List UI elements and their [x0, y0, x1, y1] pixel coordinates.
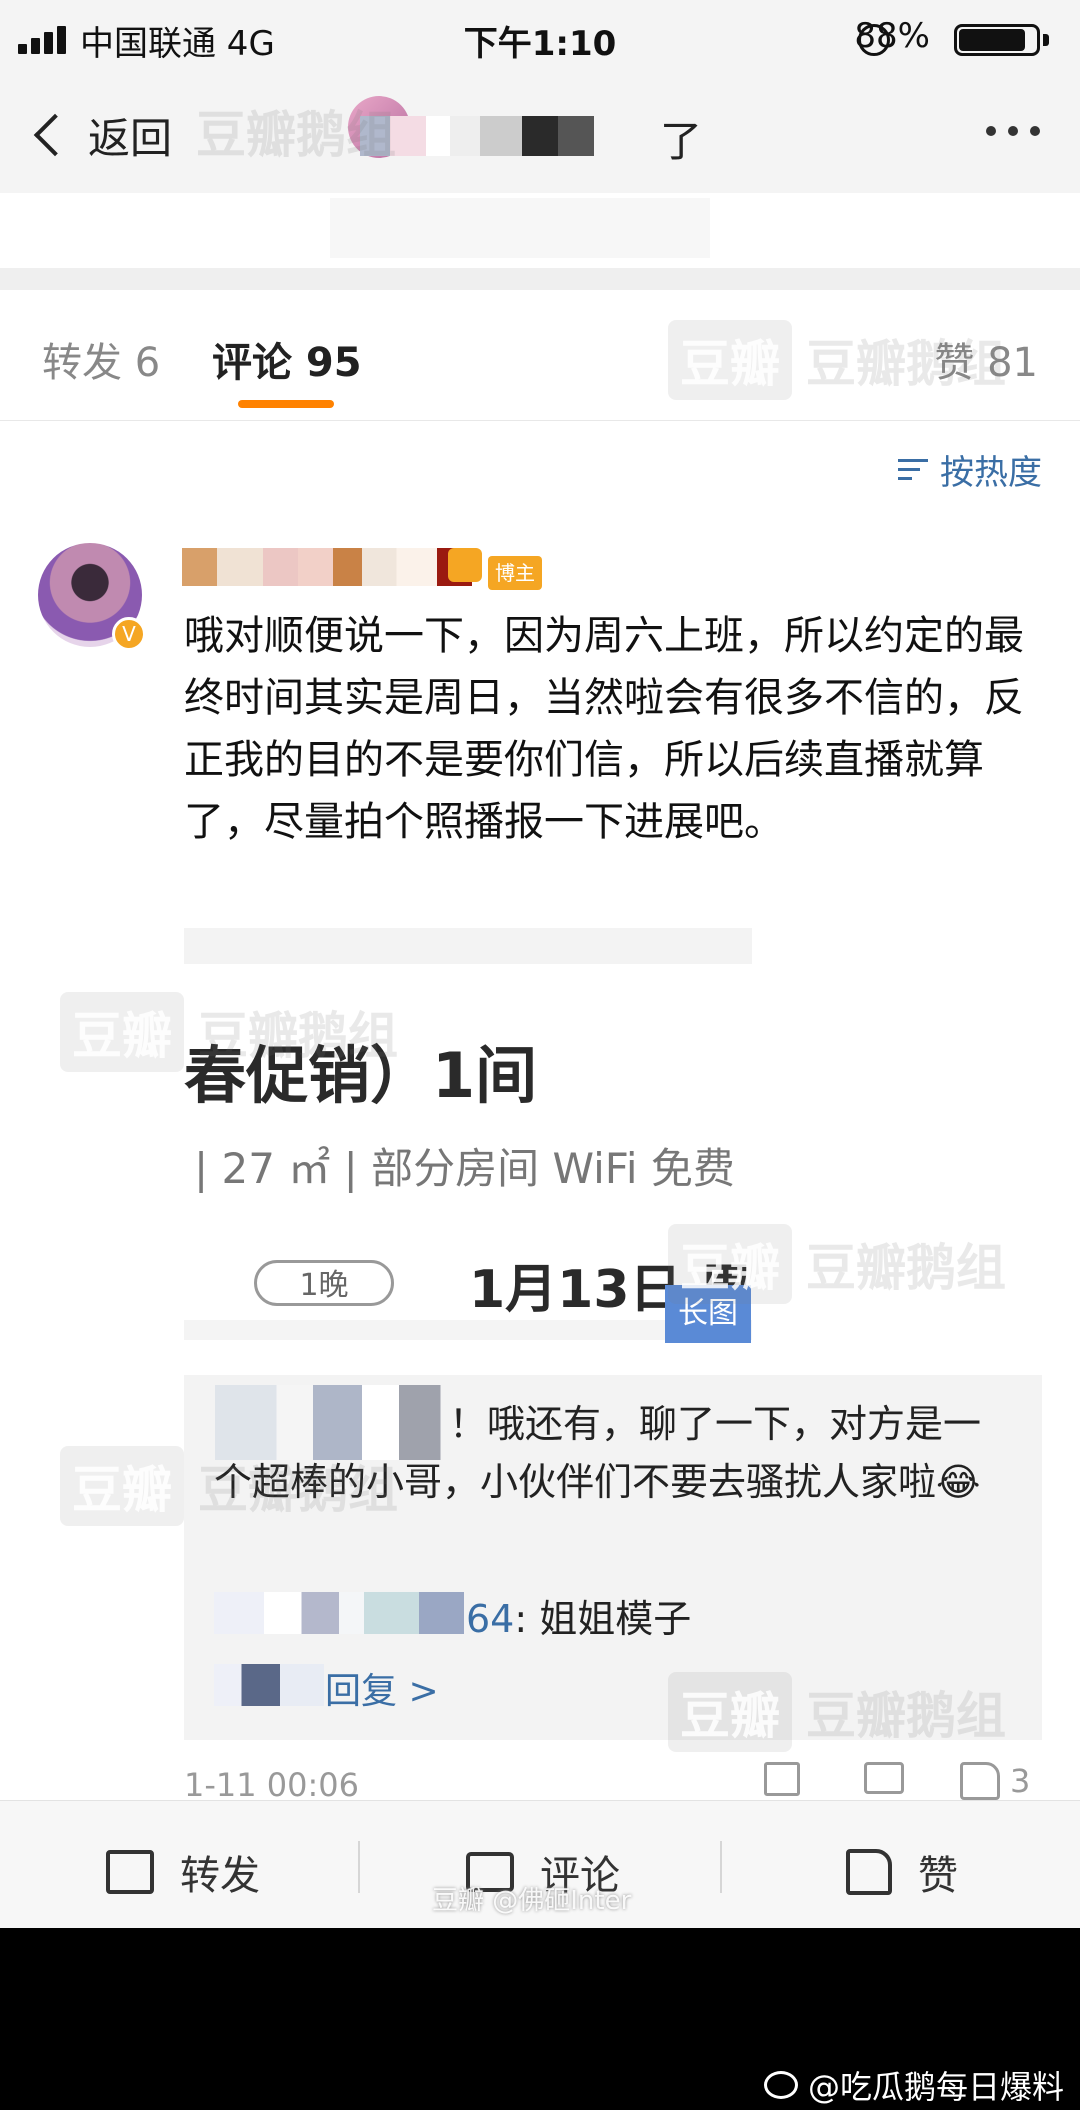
weibo-icon	[763, 2071, 798, 2099]
more-options-icon[interactable]	[986, 126, 1040, 136]
weibo-footer-watermark: @吃瓜鹅每日爆料	[763, 2062, 1064, 2108]
reply-text: ！哦还有，聊了一下，对方是一个超棒的小哥，小伙伴们不要去骚扰人家啦😂	[214, 1395, 1014, 1511]
image-redacted-strip	[184, 928, 752, 964]
reply-count-redacted	[214, 1664, 324, 1706]
comment-like-button[interactable]: 3	[960, 1762, 1030, 1800]
douban-watermark: 豆瓣 @佛砸Inter	[432, 1886, 632, 1916]
comment-timestamp: 1-11 00:06	[184, 1766, 360, 1804]
back-button[interactable]: 返回	[30, 100, 172, 170]
sort-icon	[898, 457, 928, 483]
comment-share-button[interactable]	[764, 1762, 800, 1796]
chevron-left-icon	[33, 113, 77, 157]
reply-text-body: ！哦还有，聊了一下，对方是一个超棒的小哥，小伙伴们不要去骚扰人家啦😂	[214, 1402, 982, 1504]
section-divider	[0, 268, 1080, 290]
nav-bar: 返回 了	[0, 78, 1080, 193]
watermark-logo: 豆瓣	[60, 992, 184, 1072]
comment-text: 哦对顺便说一下，因为周六上班，所以约定的最终时间其实是周日，当然啦会有很多不信的…	[184, 613, 1024, 845]
repost-button[interactable]: 转发	[106, 1843, 260, 1901]
repost-label: 转发	[180, 1853, 260, 1899]
tab-likes[interactable]: 赞 81	[934, 330, 1038, 388]
battery-percent: 88%	[854, 16, 930, 56]
divider	[720, 1841, 722, 1893]
image-text-nights: 1晚	[254, 1260, 394, 1306]
watermark-logo: 豆瓣	[60, 1446, 184, 1526]
author-badge: 博主	[488, 556, 542, 590]
share-icon	[106, 1850, 154, 1894]
sort-label: 按热度	[940, 453, 1042, 493]
reply2-author-redacted	[214, 1592, 464, 1634]
image-text-specs: | 27 ㎡ | 部分房间 WiFi 免费	[194, 1144, 735, 1193]
title-redacted	[360, 116, 660, 156]
status-bar: 中国联通 4G 下午1:10 88%	[0, 0, 1080, 78]
thumbs-up-icon	[960, 1762, 1000, 1800]
divider	[358, 1841, 360, 1893]
tab-comments[interactable]: 评论 95	[212, 330, 362, 388]
comment-reply-button[interactable]	[864, 1762, 904, 1794]
reply2-text: : 姐姐模子	[514, 1597, 692, 1641]
post-preview-redacted	[330, 198, 710, 258]
comment-icon	[864, 1762, 904, 1794]
reply2-author-tail: 64	[466, 1597, 515, 1641]
username-redacted[interactable]	[182, 548, 472, 586]
footer-watermark-text: @吃瓜鹅每日爆料	[807, 2068, 1064, 2106]
thumbs-up-icon	[846, 1849, 892, 1895]
reply2: 64: 姐姐模子	[466, 1588, 691, 1643]
tab-active-indicator	[238, 400, 334, 408]
sort-by-hot-button[interactable]: 按热度	[898, 445, 1042, 494]
tab-bar: 转发 6 评论 95 赞 81	[0, 290, 1080, 421]
tab-reposts[interactable]: 转发 6	[42, 330, 160, 388]
level-icon	[448, 548, 482, 582]
view-replies-link[interactable]: 回复 >	[325, 1662, 439, 1714]
weibo-comment-screen: 中国联通 4G 下午1:10 88% 返回 了 转发 6 评论 95 赞 81 …	[0, 0, 1080, 1928]
nav-title-tail: 了	[660, 117, 703, 166]
comment-like-count: 3	[1010, 1762, 1031, 1800]
like-button[interactable]: 赞	[846, 1843, 958, 1901]
watermark-text: 豆瓣鹅组	[806, 1239, 1006, 1297]
long-image-badge: 长图	[665, 1285, 751, 1343]
back-label: 返回	[88, 113, 173, 163]
battery-icon	[954, 24, 1054, 60]
like-label: 赞	[918, 1853, 958, 1899]
verified-icon: V	[112, 617, 146, 651]
share-icon	[764, 1762, 800, 1796]
image-text-room: 春促销）1间	[184, 1039, 538, 1112]
